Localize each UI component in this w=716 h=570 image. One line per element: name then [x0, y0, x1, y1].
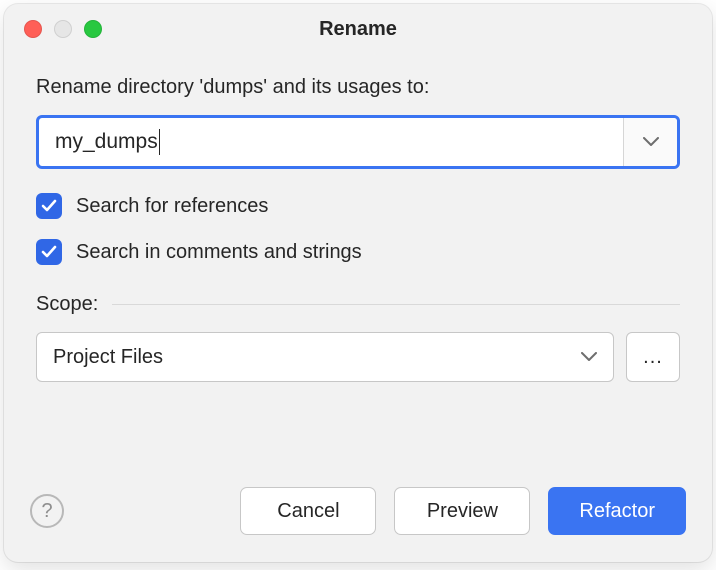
scope-select[interactable]: Project Files	[36, 332, 614, 382]
rename-history-dropdown[interactable]	[623, 118, 677, 166]
rename-input-row: my_dumps	[36, 115, 680, 169]
titlebar: Rename	[4, 4, 712, 54]
close-window-button[interactable]	[24, 20, 42, 38]
cancel-button[interactable]: Cancel	[240, 487, 376, 535]
search-references-row[interactable]: Search for references	[36, 193, 680, 219]
rename-input[interactable]: my_dumps	[39, 118, 623, 166]
cancel-button-label: Cancel	[277, 500, 339, 523]
scope-selected-value: Project Files	[53, 346, 163, 369]
preview-button-label: Preview	[427, 500, 498, 523]
scope-label: Scope:	[36, 293, 98, 316]
search-references-label: Search for references	[76, 195, 268, 218]
scope-group: Scope: Project Files ...	[36, 293, 680, 382]
checkmark-icon	[41, 245, 57, 259]
text-caret	[159, 129, 160, 155]
chevron-down-icon	[643, 137, 659, 147]
search-comments-label: Search in comments and strings	[76, 241, 362, 264]
help-button[interactable]: ?	[30, 494, 64, 528]
rename-prompt: Rename directory 'dumps' and its usages …	[36, 76, 680, 99]
dialog-content: Rename directory 'dumps' and its usages …	[4, 54, 712, 480]
minimize-window-button	[54, 20, 72, 38]
dialog-title: Rename	[4, 18, 712, 41]
refactor-button[interactable]: Refactor	[548, 487, 686, 535]
scope-row: Project Files ...	[36, 332, 680, 382]
search-references-checkbox[interactable]	[36, 193, 62, 219]
chevron-down-icon	[581, 352, 597, 362]
preview-button[interactable]: Preview	[394, 487, 530, 535]
scope-header: Scope:	[36, 293, 680, 316]
help-icon: ?	[41, 500, 52, 523]
refactor-button-label: Refactor	[579, 500, 655, 523]
zoom-window-button[interactable]	[84, 20, 102, 38]
rename-dialog: Rename Rename directory 'dumps' and its …	[4, 4, 712, 562]
scope-more-button[interactable]: ...	[626, 332, 680, 382]
checkmark-icon	[41, 199, 57, 213]
search-comments-row[interactable]: Search in comments and strings	[36, 239, 680, 265]
more-button-label: ...	[643, 346, 663, 369]
traffic-lights	[24, 20, 102, 38]
dialog-footer: ? Cancel Preview Refactor	[4, 480, 712, 562]
rename-input-value: my_dumps	[55, 130, 158, 154]
scope-separator	[112, 304, 680, 305]
search-comments-checkbox[interactable]	[36, 239, 62, 265]
options-group: Search for references Search in comments…	[36, 193, 680, 265]
